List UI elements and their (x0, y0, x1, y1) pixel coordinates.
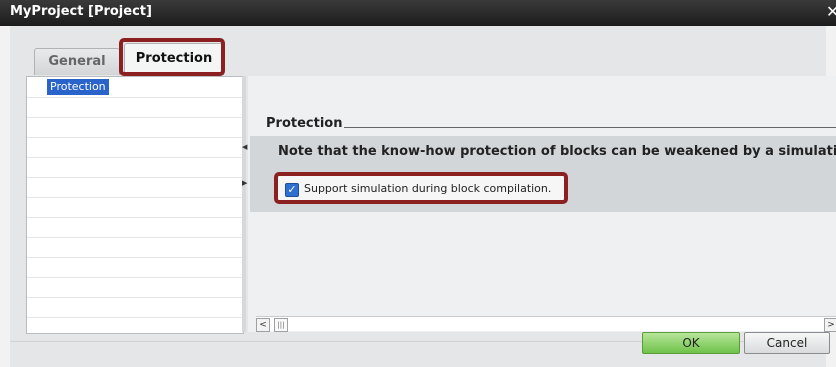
nav-row-divider (27, 277, 243, 278)
dialog-body: General Protection Protection ◀ ▶ Protec… (10, 26, 836, 367)
content-panel: Protection Note that the know-how protec… (248, 76, 836, 332)
nav-row-divider (27, 217, 243, 218)
nav-row-divider (27, 117, 243, 118)
nav-row-divider (27, 257, 243, 258)
horizontal-scrollbar[interactable]: < ||| > (256, 316, 836, 332)
nav-row-divider (27, 157, 243, 158)
nav-row-divider (27, 237, 243, 238)
navigation-tree: Protection (26, 76, 244, 334)
checkbox-label: Support simulation during block compilat… (304, 182, 552, 195)
nav-row-divider (27, 177, 243, 178)
ok-button[interactable]: OK (642, 332, 740, 354)
nav-row-divider (27, 197, 243, 198)
close-icon[interactable]: ✕ (826, 3, 836, 21)
section-divider (344, 127, 836, 128)
tab-general[interactable]: General (34, 48, 120, 75)
nav-item-protection[interactable]: Protection (47, 79, 109, 95)
chevron-right-icon[interactable]: > (824, 318, 836, 332)
title-bar[interactable]: MyProject [Project] ✕ (0, 0, 836, 26)
simulation-support-option[interactable]: ✓ Support simulation during block compil… (274, 172, 568, 204)
cancel-button[interactable]: Cancel (744, 332, 830, 354)
protection-note: Note that the know-how protection of blo… (278, 144, 836, 159)
project-properties-dialog: MyProject [Project] ✕ General Protection… (0, 0, 836, 367)
nav-row-divider (27, 317, 243, 318)
panel-splitter[interactable] (242, 76, 246, 332)
nav-row-divider (27, 137, 243, 138)
section-heading: Protection (266, 116, 343, 131)
nav-row-divider (27, 97, 243, 98)
simulation-support-checkbox[interactable]: ✓ (285, 183, 299, 197)
nav-row-divider (27, 297, 243, 298)
chevron-right-icon[interactable]: ▶ (242, 178, 247, 188)
chevron-left-icon[interactable]: < (256, 318, 270, 332)
chevron-left-icon[interactable]: ◀ (242, 142, 247, 152)
tab-highlight-frame (119, 38, 225, 76)
window-title: MyProject [Project] (10, 4, 152, 19)
scroll-thumb-icon[interactable]: ||| (274, 318, 288, 332)
